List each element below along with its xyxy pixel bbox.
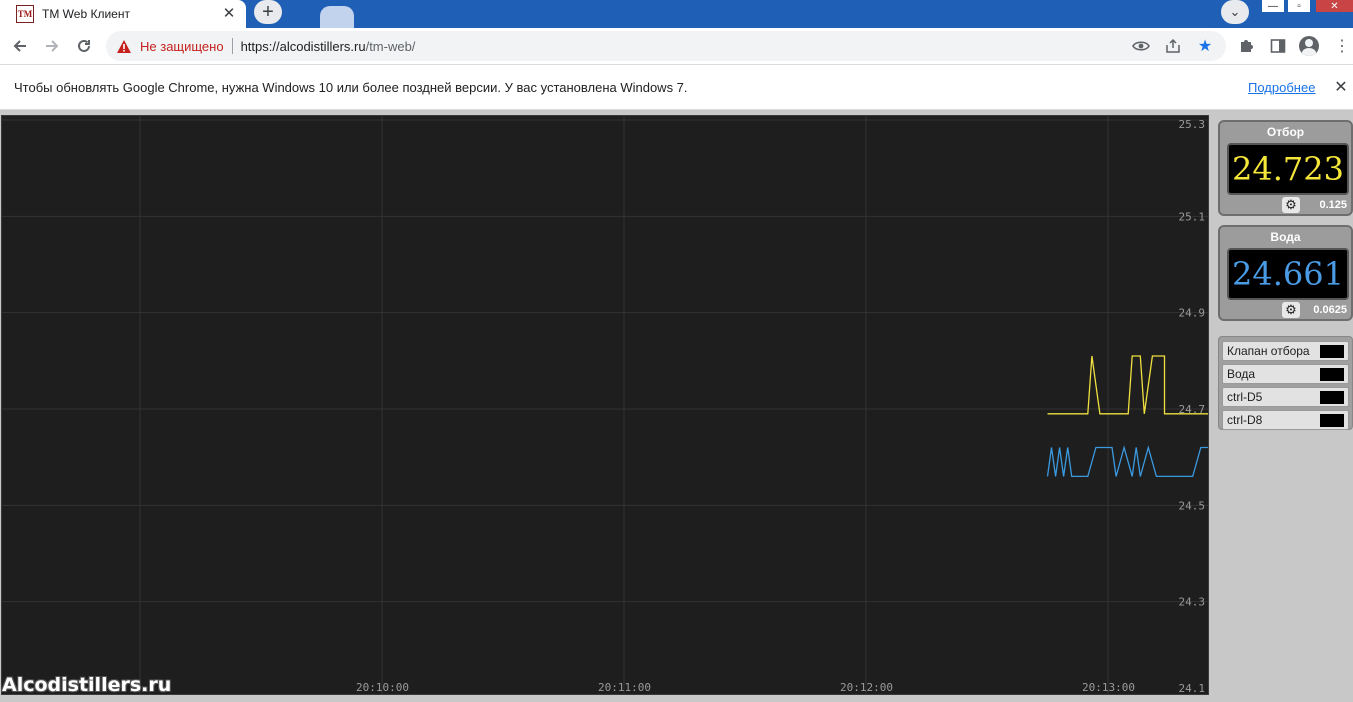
star-icon[interactable]: ★ (1194, 36, 1216, 56)
tab-favicon-icon: TM (16, 5, 34, 23)
window-maximize-button[interactable]: ▫ (1288, 0, 1310, 12)
toggle-label: Клапан отбора (1227, 344, 1310, 358)
share-icon[interactable] (1162, 36, 1184, 56)
x-tick-label: 20:13:00 (1082, 681, 1135, 694)
gauge-otbor: Отбор 24.723 ⚙ 0.125 (1218, 120, 1353, 216)
y-tick-label: 24.1 (1179, 682, 1206, 695)
infobar-more-link[interactable]: Подробнее (1248, 80, 1315, 95)
window-minimize-button[interactable]: — (1262, 0, 1284, 12)
gauge-step: 0.125 (1319, 199, 1347, 211)
url-path: /tm-web/ (365, 38, 416, 54)
menu-icon[interactable]: ⋮ (1331, 35, 1353, 57)
y-tick-label: 24.3 (1179, 596, 1206, 609)
gauge-value: 24.661 (1227, 248, 1349, 300)
x-tick-label: 20:12:00 (840, 681, 893, 694)
y-tick-label: 25.1 (1179, 210, 1206, 223)
toggle-row-d8[interactable]: ctrl-D8 (1222, 410, 1349, 430)
url-host: https://alcodistillers.ru (240, 38, 366, 54)
address-bar[interactable]: Не защищено https://alcodistillers.ru/tm… (106, 31, 1226, 61)
toggle-label: ctrl-D8 (1227, 413, 1263, 427)
gauge-voda: Вода 24.661 ⚙ 0.0625 (1218, 225, 1353, 321)
browser-toolbar: Не защищено https://alcodistillers.ru/tm… (0, 28, 1353, 64)
right-panel: Отбор 24.723 ⚙ 0.125 Вода 24.661 ⚙ 0.062… (1212, 115, 1353, 702)
eye-icon[interactable] (1130, 36, 1152, 56)
toggle-indicator[interactable] (1320, 345, 1344, 358)
tab-search-button[interactable]: ⌄ (1221, 0, 1249, 24)
toggle-row-water[interactable]: Вода (1222, 364, 1349, 384)
toggle-indicator[interactable] (1320, 368, 1344, 381)
toggle-list: Клапан отбора Вода ctrl-D5 ctrl-D8 (1218, 336, 1353, 430)
gear-icon[interactable]: ⚙ (1282, 302, 1300, 318)
security-status-label[interactable]: Не защищено (140, 39, 224, 54)
y-tick-label: 25.3 (1179, 118, 1206, 131)
gauge-title: Отбор (1266, 125, 1305, 139)
tab-close-icon[interactable]: ✕ (220, 4, 238, 22)
toggle-row-valve[interactable]: Клапан отбора (1222, 341, 1349, 361)
extensions-icon[interactable] (1235, 35, 1257, 57)
gauge-step: 0.0625 (1313, 304, 1347, 316)
chart-svg: 25.325.124.924.724.524.324.120:10:00 20:1… (2, 116, 1208, 695)
toggle-label: Вода (1227, 367, 1256, 381)
toggle-indicator[interactable] (1320, 414, 1344, 427)
toggle-row-d5[interactable]: ctrl-D5 (1222, 387, 1349, 407)
back-icon[interactable] (8, 34, 32, 58)
infobar-close-icon[interactable]: ✕ (1332, 77, 1350, 97)
x-tick-label: 20:11:00 (598, 681, 651, 694)
browser-tab[interactable]: TM TM Web Клиент ✕ (0, 0, 246, 28)
watermark-text: Alcodistillers.ru (2, 674, 172, 696)
omnibox-divider (231, 38, 233, 54)
toggle-indicator[interactable] (1320, 391, 1344, 404)
infobar-message: Чтобы обновлять Google Chrome, нужна Win… (14, 80, 688, 95)
update-infobar: Чтобы обновлять Google Chrome, нужна Win… (0, 64, 1353, 110)
reload-icon[interactable] (72, 34, 96, 58)
x-tick-label: 20:10:00 (356, 681, 409, 694)
gauge-value: 24.723 (1227, 143, 1349, 195)
tab-drag-shape (320, 6, 354, 28)
forward-icon[interactable] (40, 34, 64, 58)
avatar (1299, 36, 1319, 56)
series-line-2 (1046, 445, 1208, 478)
profile-icon[interactable] (1298, 35, 1320, 57)
temperature-chart[interactable]: 25.3 25.1 24.9 24.7 24.5 24.3 24.1 20:10:00 20:1… (1, 115, 1209, 695)
tab-title: TM Web Клиент (42, 7, 130, 21)
url-text[interactable]: https://alcodistillers.ru/tm-web/ (241, 39, 416, 54)
toggle-label: ctrl-D5 (1227, 390, 1263, 404)
y-tick-label: 24.5 (1179, 499, 1206, 512)
tab-strip: TM TM Web Клиент ✕ + ⌄ — ▫ ✕ (0, 0, 1353, 28)
gear-icon[interactable]: ⚙ (1282, 197, 1300, 213)
window-close-button[interactable]: ✕ (1316, 0, 1353, 12)
gauge-title: Вода (1270, 230, 1301, 244)
new-tab-button[interactable]: + (254, 0, 282, 24)
warning-icon[interactable] (116, 38, 132, 54)
y-tick-label: 24.9 (1179, 307, 1206, 320)
side-panel-icon[interactable] (1267, 35, 1289, 57)
